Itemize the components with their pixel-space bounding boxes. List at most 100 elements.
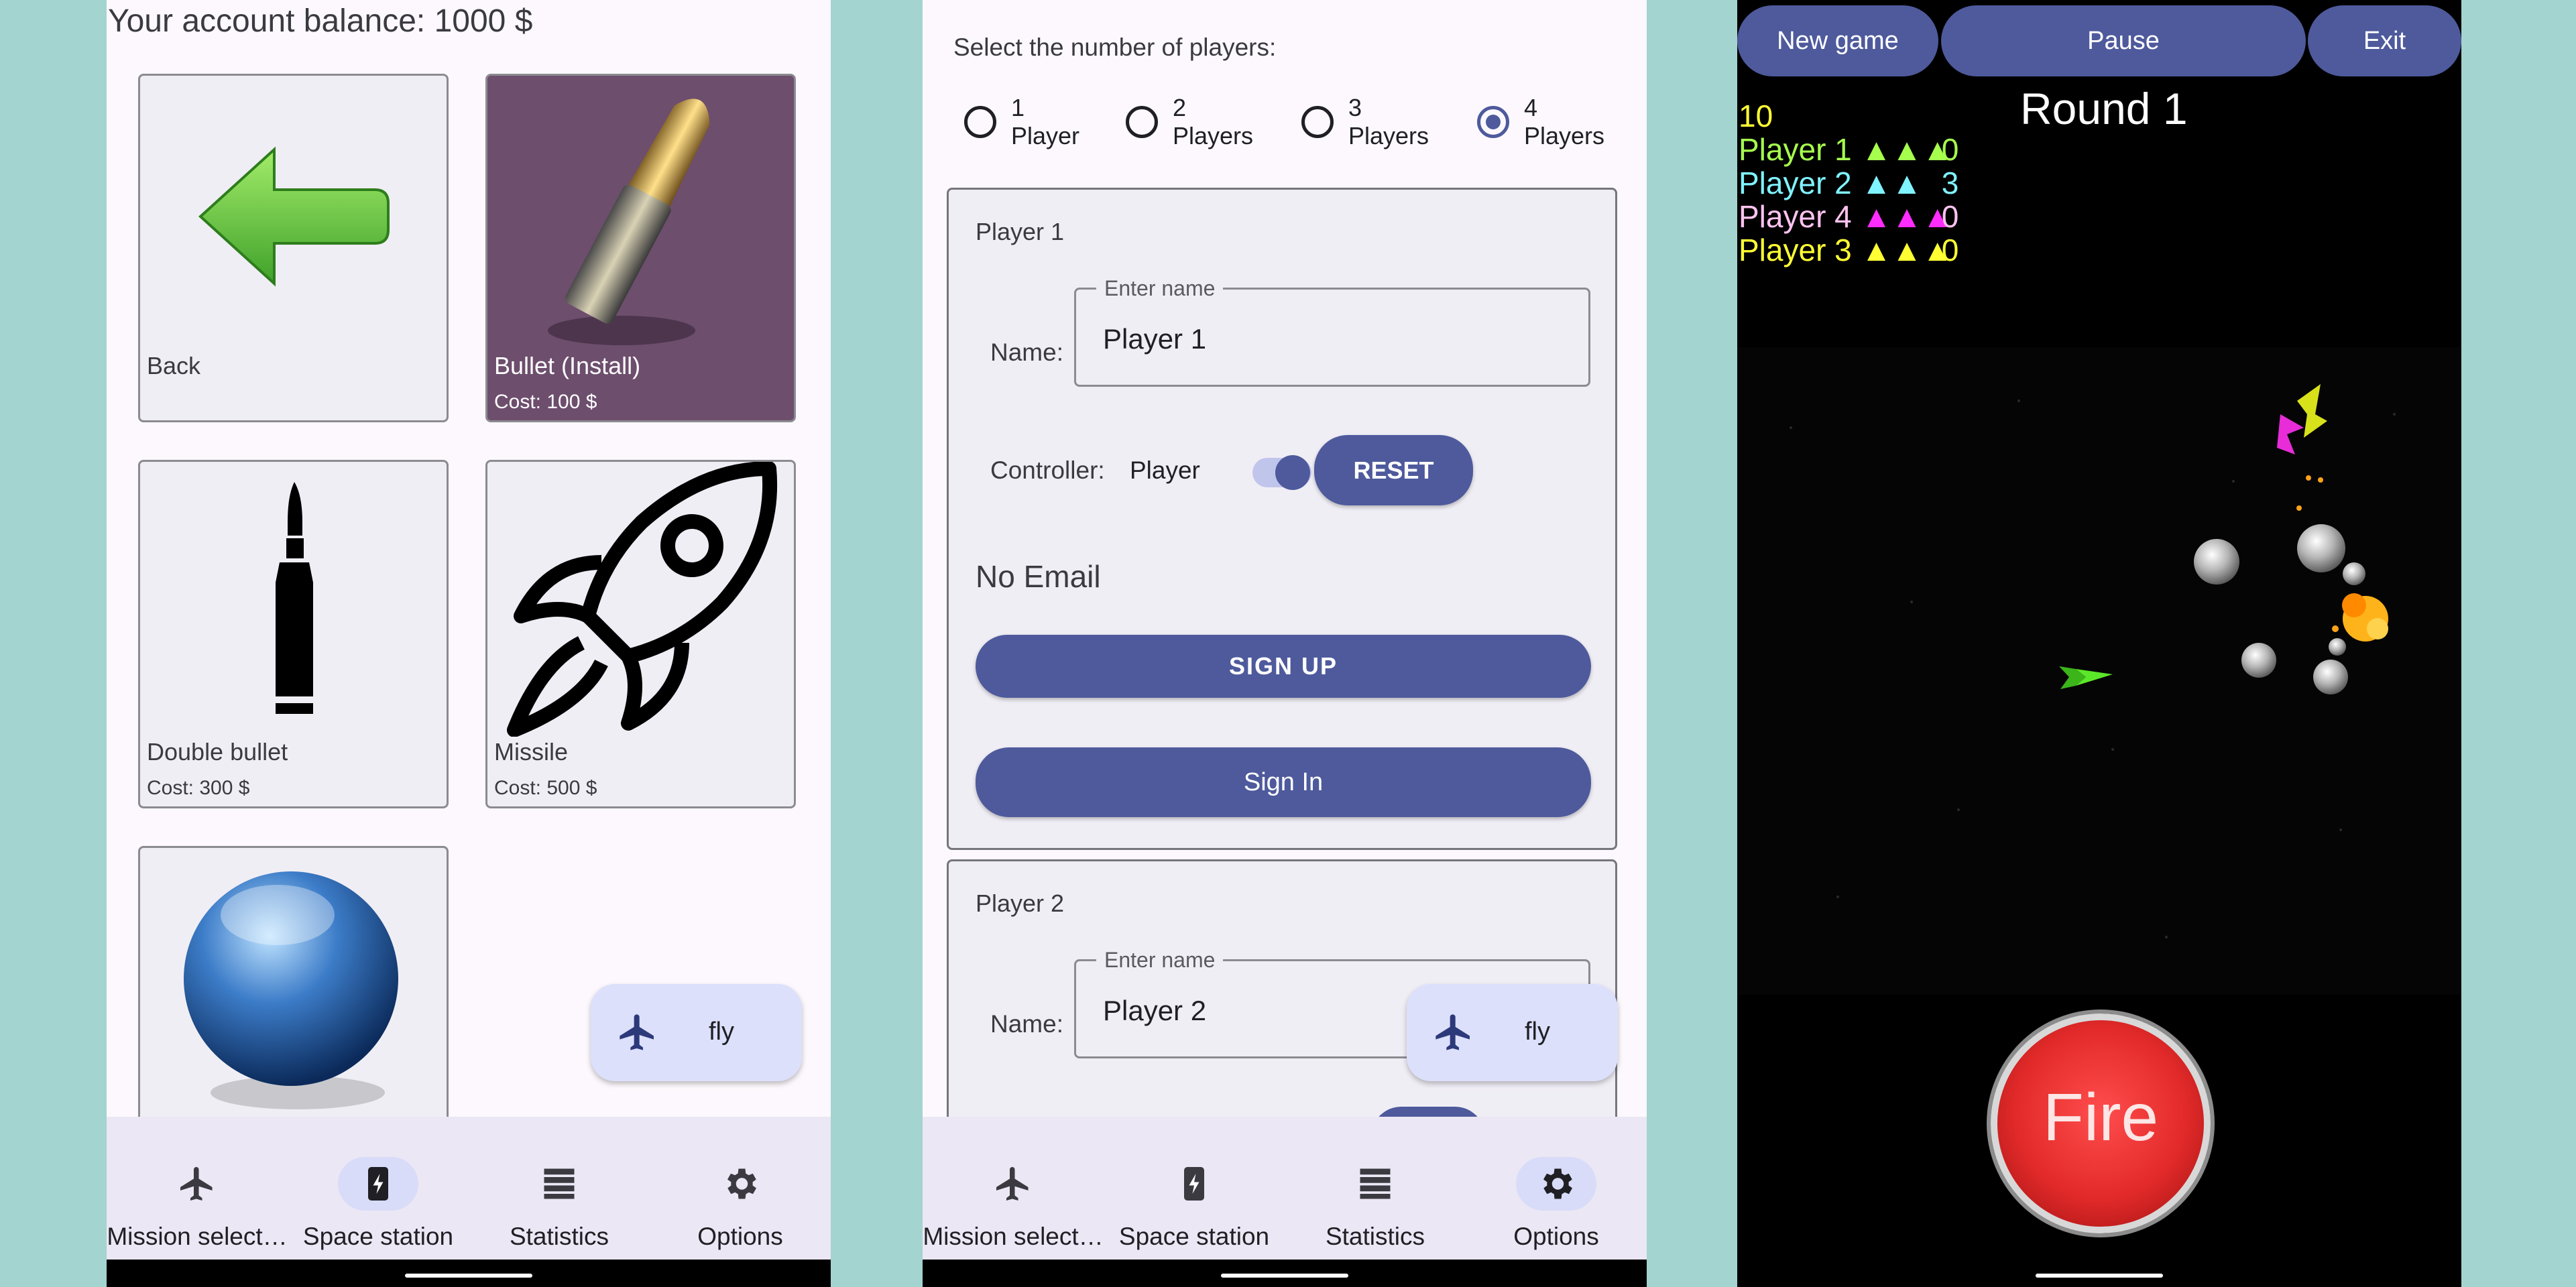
life-triangle-icon: ▲ — [1861, 199, 1892, 234]
nav-statistics[interactable]: Statistics — [469, 1137, 650, 1250]
exit-button[interactable]: Exit — [2308, 5, 2461, 76]
rocket-icon — [507, 462, 778, 737]
account-balance: Your account balance: 1000 $ — [108, 3, 533, 39]
bullet-icon — [548, 99, 710, 345]
field-value: Player 2 — [1103, 995, 1207, 1026]
player-card-title: Player 2 — [976, 890, 1065, 917]
nav-label: Mission select… — [107, 1223, 288, 1250]
radio-label: 4 Players — [1524, 94, 1605, 149]
gear-icon — [1543, 1168, 1572, 1199]
shop-card-double-bullet[interactable]: Double bullet Cost: 300 $ — [138, 460, 449, 808]
radio-circle — [964, 106, 996, 138]
gesture-handle[interactable] — [1221, 1274, 1348, 1278]
nav-label: Mission select… — [923, 1223, 1104, 1250]
scoreboard-row: Player 3 ▲▲▲0 — [1739, 233, 1958, 267]
email-status: No Email — [976, 559, 1101, 594]
card-name: Back — [147, 352, 201, 379]
radio-label: 2 Players — [1173, 94, 1254, 149]
bottom-navigation: Mission select… Space station Statistics… — [107, 1117, 831, 1260]
nav-label: Statistics — [509, 1223, 609, 1250]
shop-card-bullet[interactable]: Bullet (Install) Cost: 100 $ — [485, 74, 796, 422]
field-legend: Enter name — [1096, 948, 1224, 973]
gesture-handle[interactable] — [405, 1274, 532, 1278]
nav-label: Space station — [1118, 1223, 1270, 1250]
player-card-title: Player 1 — [976, 218, 1065, 245]
life-triangle-icon: ▲ — [1891, 199, 1922, 234]
card-name: Double bullet — [147, 738, 288, 765]
phone-charging-icon — [1184, 1167, 1204, 1201]
life-triangle-icon: ▲ — [1891, 166, 1922, 200]
scoreboard-row: Player 4 ▲▲▲0 — [1739, 200, 1958, 233]
radio-circle — [1301, 106, 1334, 138]
radio-circle — [1126, 106, 1158, 138]
fly-label: fly — [1525, 1018, 1550, 1046]
fly-fab[interactable]: fly — [591, 984, 802, 1081]
nav-statistics[interactable]: Statistics — [1285, 1137, 1466, 1250]
controller-switch[interactable] — [1248, 452, 1315, 493]
nav-space-station[interactable]: Space station — [1104, 1137, 1285, 1250]
list-bars-icon — [1360, 1168, 1391, 1199]
game-field[interactable] — [1737, 347, 2461, 995]
card-name: Missile — [494, 738, 569, 765]
ship-magenta — [2277, 414, 2304, 454]
scoreboard-row: Player 1 ▲▲▲0 — [1739, 133, 1958, 166]
fire-button[interactable]: Fire — [1991, 1014, 2211, 1233]
nav-label: Options — [1513, 1223, 1599, 1250]
controller-value: Player — [1130, 456, 1200, 484]
ship-yellow — [2297, 384, 2327, 438]
field-legend: Enter name — [1096, 276, 1224, 301]
airplane-icon — [996, 1167, 1029, 1201]
radio-label: 3 Players — [1348, 94, 1429, 149]
nav-label: Options — [697, 1223, 783, 1250]
shop-card-back[interactable]: Back — [138, 74, 449, 422]
pause-button[interactable]: Pause — [1941, 5, 2306, 76]
scoreboard-row: Player 2 ▲▲ 3 — [1739, 166, 1958, 200]
airplane-icon — [180, 1167, 213, 1201]
phone-charging-icon — [368, 1167, 388, 1201]
players-count-hint: Select the number of players: — [953, 34, 1277, 61]
nav-mission-select[interactable]: Mission select… — [923, 1137, 1104, 1250]
airplane-icon — [620, 1014, 654, 1050]
sphere-shield-icon — [184, 871, 398, 1109]
name-label: Name: — [990, 1010, 1063, 1038]
nav-space-station[interactable]: Space station — [288, 1137, 469, 1250]
player-name: Player 1 — [1739, 132, 1852, 167]
lives-icons: ▲▲▲ — [1861, 132, 1953, 167]
name-label: Name: — [990, 339, 1063, 366]
player-1-name-field[interactable]: Enter name Player 1 — [1074, 276, 1590, 387]
life-triangle-icon: ▲ — [1861, 132, 1892, 167]
player-score: 3 — [1941, 166, 1959, 200]
game-screen: New game Pause Exit 10 Round 1 Player 1 ▲… — [1737, 0, 2461, 1287]
lives-icons: ▲▲ — [1861, 166, 1942, 200]
nav-label: Statistics — [1325, 1223, 1425, 1250]
life-triangle-icon: ▲ — [1891, 233, 1922, 267]
fly-label: fly — [709, 1018, 734, 1046]
nav-label: Space station — [302, 1223, 454, 1250]
card-cost: Cost: 100 $ — [494, 391, 597, 413]
player-name: Player 2 — [1739, 166, 1852, 200]
life-triangle-icon: ▲ — [1861, 233, 1892, 267]
lives-icons: ▲▲▲ — [1861, 199, 1953, 234]
fly-fab[interactable]: fly — [1407, 984, 1618, 1081]
gesture-handle[interactable] — [2036, 1274, 2163, 1278]
arrow-left-icon — [198, 146, 390, 287]
nav-options[interactable]: Options — [1466, 1137, 1647, 1250]
sign-in-button[interactable]: Sign In — [976, 747, 1591, 817]
shop-card-shield[interactable] — [138, 846, 449, 1127]
sign-up-button[interactable]: SIGN UP — [976, 635, 1591, 698]
field-value: Player 1 — [1103, 323, 1207, 355]
list-bars-icon — [544, 1168, 575, 1199]
player-score: 0 — [1941, 233, 1959, 267]
nav-options[interactable]: Options — [650, 1137, 831, 1250]
radio-label: 1 Player — [1011, 94, 1080, 149]
gear-icon — [727, 1168, 756, 1199]
shop-card-missile[interactable]: Missile Cost: 500 $ — [485, 460, 796, 808]
round-title: Round 1 — [2020, 84, 2188, 133]
reset-button[interactable]: RESET — [1314, 435, 1473, 505]
player-score: 0 — [1941, 132, 1959, 167]
new-game-button[interactable]: New game — [1737, 5, 1938, 76]
radio-circle — [1477, 106, 1509, 138]
card-name: Bullet (Install) — [494, 352, 641, 379]
nav-mission-select[interactable]: Mission select… — [107, 1137, 288, 1250]
player-1-card: Player 1 Name: Enter name Player 1 Contr… — [947, 188, 1617, 850]
